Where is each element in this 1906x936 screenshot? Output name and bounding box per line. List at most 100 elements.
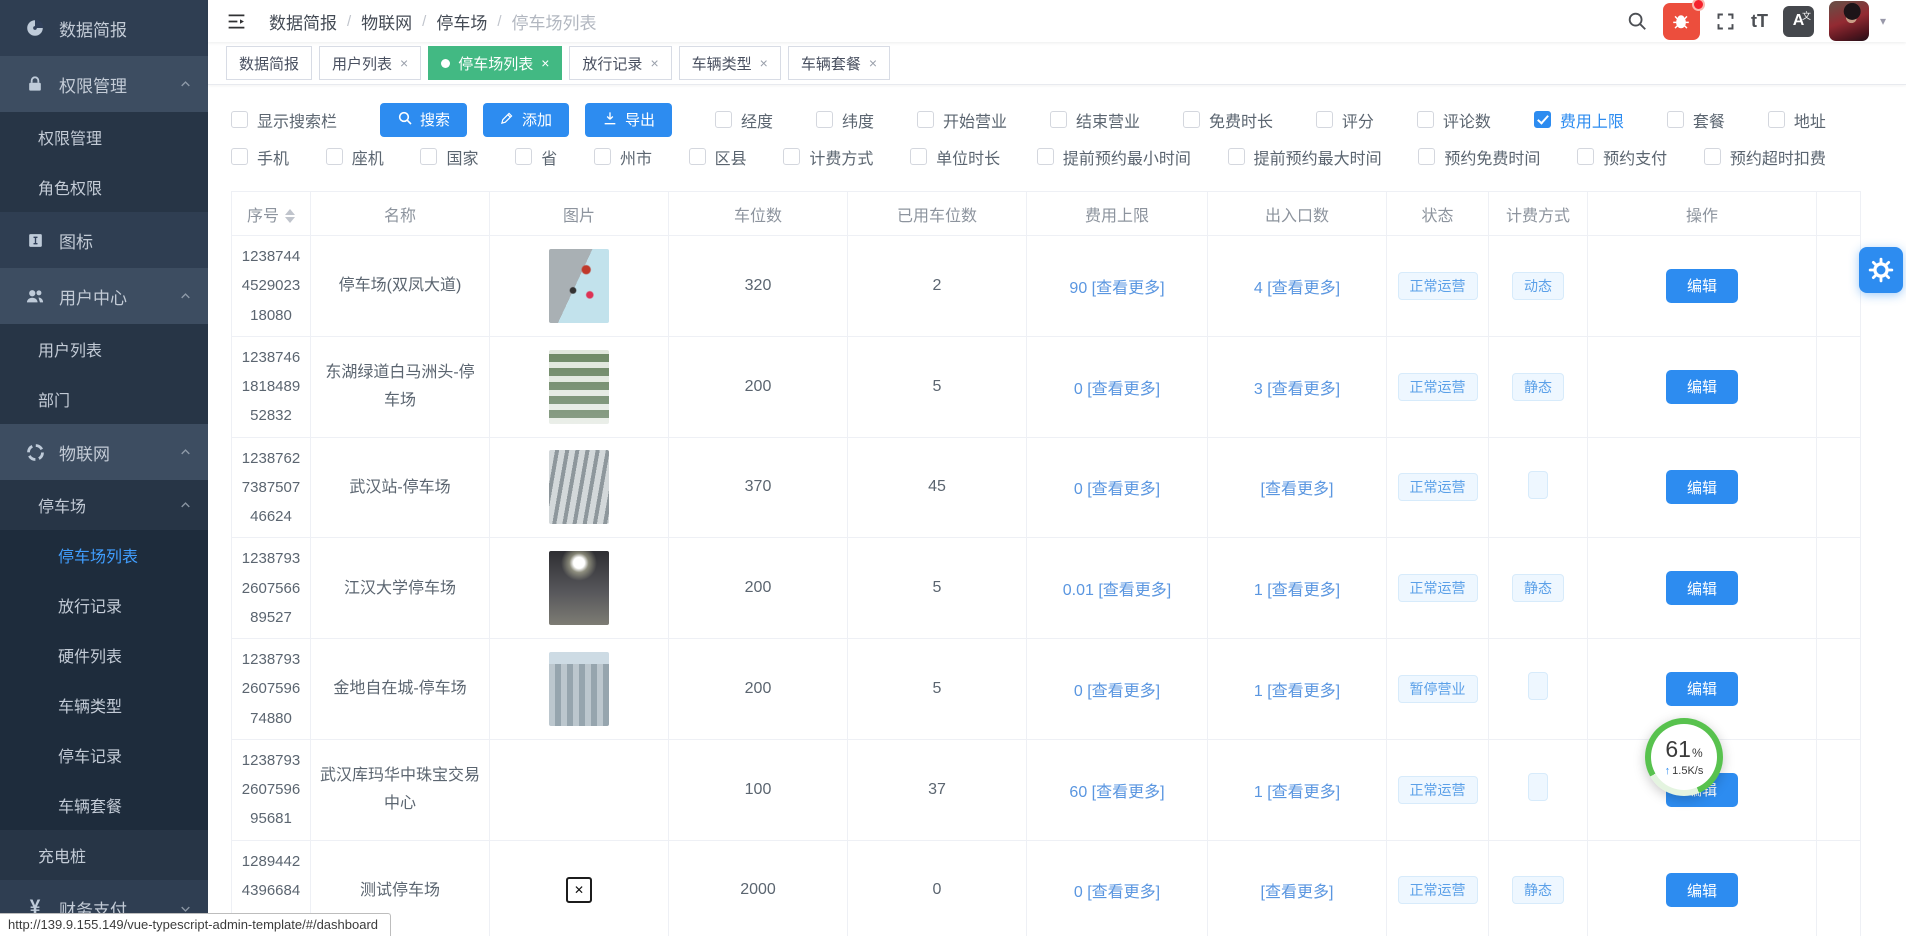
sidebar-item-parking-records[interactable]: 停车记录 bbox=[0, 730, 208, 780]
bug-report-button[interactable] bbox=[1663, 3, 1700, 40]
filter-checkbox-预约支付[interactable]: 预约支付 bbox=[1577, 145, 1667, 169]
fee-more-link[interactable]: 0 [查看更多] bbox=[1074, 884, 1160, 901]
export-button[interactable]: 导出 bbox=[585, 103, 672, 137]
checkbox-box bbox=[1667, 111, 1684, 128]
sidebar-item-vehicle-type[interactable]: 车辆类型 bbox=[0, 680, 208, 730]
tab-close-icon[interactable]: × bbox=[760, 56, 768, 70]
gates-more-link[interactable]: 1 [查看更多] bbox=[1254, 582, 1340, 599]
filter-checkbox-套餐[interactable]: 套餐 bbox=[1667, 108, 1725, 132]
sidebar-item-pass-records[interactable]: 放行记录 bbox=[0, 580, 208, 630]
sidebar-item-parking-lot[interactable]: 停车场 bbox=[0, 480, 208, 530]
tab-user-list[interactable]: 用户列表× bbox=[319, 46, 421, 80]
filter-checkbox-经度[interactable]: 经度 bbox=[715, 108, 773, 132]
sidebar-item-department[interactable]: 部门 bbox=[0, 374, 208, 424]
gates-more-link[interactable]: 1 [查看更多] bbox=[1254, 784, 1340, 801]
filter-checkbox-省[interactable]: 省 bbox=[515, 145, 557, 169]
sidebar-item-permission-management-sub[interactable]: 权限管理 bbox=[0, 112, 208, 162]
tab-vehicle-package[interactable]: 车辆套餐× bbox=[788, 46, 890, 80]
edit-button[interactable]: 编辑 bbox=[1666, 571, 1738, 605]
fee-more-link[interactable]: 90 [查看更多] bbox=[1069, 280, 1164, 297]
fee-more-link[interactable]: 0 [查看更多] bbox=[1074, 381, 1160, 398]
tab-pass-records[interactable]: 放行记录 × bbox=[569, 46, 671, 80]
fee-more-link[interactable]: 60 [查看更多] bbox=[1069, 784, 1164, 801]
sort-asc-icon[interactable] bbox=[285, 209, 295, 215]
fullscreen-icon[interactable] bbox=[1715, 11, 1736, 32]
font-size-icon[interactable]: tT bbox=[1751, 11, 1768, 32]
tab-vehicle-type[interactable]: 车辆类型× bbox=[679, 46, 781, 80]
show-search-checkbox[interactable]: 显示搜索栏 bbox=[231, 108, 337, 132]
filter-checkbox-纬度[interactable]: 纬度 bbox=[816, 108, 874, 132]
sort-icons[interactable] bbox=[285, 209, 295, 223]
sidebar-item-role-permission[interactable]: 角色权限 bbox=[0, 162, 208, 212]
tab-close-icon[interactable]: × bbox=[400, 56, 408, 70]
cell-id: 1238762738750746624 bbox=[232, 437, 311, 538]
search-button[interactable]: 搜索 bbox=[380, 103, 467, 137]
fee-more-link[interactable]: 0 [查看更多] bbox=[1074, 683, 1160, 700]
edit-button[interactable]: 编辑 bbox=[1666, 672, 1738, 706]
edit-button[interactable]: 编辑 bbox=[1666, 470, 1738, 504]
translate-icon[interactable]: A 文 bbox=[1783, 6, 1814, 37]
sidebar-item-iot[interactable]: 物联网 bbox=[0, 424, 208, 480]
add-button[interactable]: 添加 bbox=[483, 103, 569, 137]
filter-checkbox-手机[interactable]: 手机 bbox=[231, 145, 289, 169]
tab-close-icon[interactable]: × bbox=[541, 56, 549, 70]
avatar[interactable] bbox=[1829, 1, 1869, 41]
tab-label: 放行记录 bbox=[582, 53, 642, 74]
gates-more-link[interactable]: 1 [查看更多] bbox=[1254, 683, 1340, 700]
user-menu-caret-icon[interactable]: ▾ bbox=[1880, 14, 1886, 28]
filter-checkbox-国家[interactable]: 国家 bbox=[420, 145, 478, 169]
breadcrumb-item[interactable]: 物联网 bbox=[361, 9, 412, 34]
column-header-label: 序号 bbox=[247, 208, 279, 225]
gates-more-link[interactable]: 4 [查看更多] bbox=[1254, 280, 1340, 297]
breadcrumb-item[interactable]: 停车场 bbox=[436, 9, 487, 34]
checkbox-label: 费用上限 bbox=[1560, 108, 1624, 132]
sort-desc-icon[interactable] bbox=[285, 217, 295, 223]
sidebar-item-icons[interactable]: 图标 bbox=[0, 212, 208, 268]
edit-button[interactable]: 编辑 bbox=[1666, 370, 1738, 404]
filter-checkbox-预约免费时间[interactable]: 预约免费时间 bbox=[1418, 145, 1540, 169]
filter-checkbox-评论数[interactable]: 评论数 bbox=[1417, 108, 1491, 132]
filter-checkbox-开始营业[interactable]: 开始营业 bbox=[917, 108, 1007, 132]
settings-gear-button[interactable] bbox=[1859, 247, 1903, 293]
edit-button[interactable]: 编辑 bbox=[1666, 269, 1738, 303]
sidebar-item-charging-pile[interactable]: 充电桩 bbox=[0, 830, 208, 880]
gates-more-link[interactable]: [查看更多] bbox=[1261, 481, 1334, 498]
filter-checkbox-座机[interactable]: 座机 bbox=[326, 145, 384, 169]
gates-more-link[interactable]: 3 [查看更多] bbox=[1254, 381, 1340, 398]
column-header: 图片 bbox=[490, 192, 669, 236]
filter-checkbox-州市[interactable]: 州市 bbox=[594, 145, 652, 169]
gates-more-link[interactable]: [查看更多] bbox=[1261, 884, 1334, 901]
checkbox-box bbox=[1418, 148, 1435, 165]
progress-percent: 61% bbox=[1665, 738, 1702, 761]
sidebar-item-parking-lot-list[interactable]: 停车场列表 bbox=[0, 530, 208, 580]
tab-parking-lot-list[interactable]: 停车场列表 × bbox=[428, 46, 562, 80]
filter-checkbox-提前预约最大时间[interactable]: 提前预约最大时间 bbox=[1228, 145, 1382, 169]
tab-label: 停车场列表 bbox=[458, 53, 533, 74]
breadcrumb-item[interactable]: 数据简报 bbox=[269, 9, 337, 34]
sidebar-item-hardware-list[interactable]: 硬件列表 bbox=[0, 630, 208, 680]
hamburger-menu-icon[interactable] bbox=[222, 7, 251, 36]
edit-button[interactable]: 编辑 bbox=[1666, 873, 1738, 907]
filter-checkbox-区县[interactable]: 区县 bbox=[689, 145, 747, 169]
cell-actions: 编辑 bbox=[1588, 236, 1817, 337]
sidebar-item-dashboard[interactable]: 数据简报 bbox=[0, 0, 208, 56]
filter-checkbox-费用上限[interactable]: 费用上限 bbox=[1534, 108, 1624, 132]
search-icon[interactable] bbox=[1626, 10, 1648, 32]
filter-checkbox-结束营业[interactable]: 结束营业 bbox=[1050, 108, 1140, 132]
filter-checkbox-免费时长[interactable]: 免费时长 bbox=[1183, 108, 1273, 132]
sidebar-item-user-list[interactable]: 用户列表 bbox=[0, 324, 208, 374]
filter-checkbox-地址[interactable]: 地址 bbox=[1768, 108, 1826, 132]
tab-close-icon[interactable]: × bbox=[650, 56, 658, 70]
tab-dashboard[interactable]: 数据简报 bbox=[226, 46, 312, 80]
filter-checkbox-评分[interactable]: 评分 bbox=[1316, 108, 1374, 132]
tab-close-icon[interactable]: × bbox=[869, 56, 877, 70]
sidebar-item-permission-management[interactable]: 权限管理 bbox=[0, 56, 208, 112]
sidebar-item-vehicle-package[interactable]: 车辆套餐 bbox=[0, 780, 208, 830]
filter-checkbox-提前预约最小时间[interactable]: 提前预约最小时间 bbox=[1037, 145, 1191, 169]
filter-checkbox-单位时长[interactable]: 单位时长 bbox=[910, 145, 1000, 169]
sidebar-item-user-center[interactable]: 用户中心 bbox=[0, 268, 208, 324]
filter-checkbox-预约超时扣费[interactable]: 预约超时扣费 bbox=[1704, 145, 1826, 169]
fee-more-link[interactable]: 0.01 [查看更多] bbox=[1063, 582, 1171, 599]
filter-checkbox-计费方式[interactable]: 计费方式 bbox=[783, 145, 873, 169]
fee-more-link[interactable]: 0 [查看更多] bbox=[1074, 481, 1160, 498]
